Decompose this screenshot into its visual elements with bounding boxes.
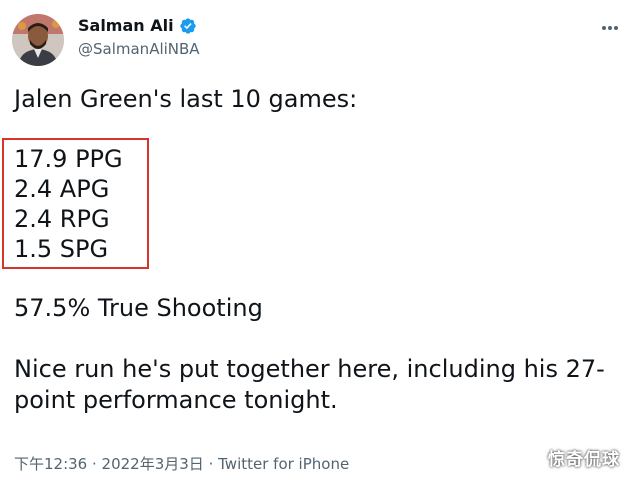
stat-apg: 2.4 APG: [14, 175, 110, 203]
stat-rpg: 2.4 RPG: [14, 205, 110, 233]
author-name-text: Salman Ali: [78, 16, 174, 35]
author-name[interactable]: Salman Ali: [78, 16, 197, 35]
tweet-source[interactable]: Twitter for iPhone: [218, 455, 349, 473]
stat-spg: 1.5 SPG: [14, 235, 109, 263]
avatar[interactable]: [12, 14, 64, 66]
watermark: 惊奇侃球: [548, 450, 620, 470]
stat-ppg: 17.9 PPG: [14, 145, 123, 173]
more-dots-icon: [602, 26, 618, 30]
meta-separator: ·: [87, 455, 102, 473]
tweet-date[interactable]: 2022年3月3日: [102, 455, 204, 473]
verified-badge-icon: [179, 17, 197, 35]
tweet-card: Salman Ali @SalmanAliNBA Jalen Green's l…: [0, 0, 640, 478]
meta-separator: ·: [203, 455, 219, 473]
more-options-button[interactable]: [598, 18, 622, 38]
tweet-meta: 下午12:36 · 2022年3月3日 · Twitter for iPhone: [14, 453, 349, 474]
avatar-image: [12, 14, 64, 66]
tweet-comment-text: Nice run he's put together here, includi…: [14, 355, 605, 414]
tweet-intro-text: Jalen Green's last 10 games:: [14, 85, 358, 113]
author-handle[interactable]: @SalmanAliNBA: [78, 40, 200, 58]
true-shooting-text: 57.5% True Shooting: [14, 294, 263, 322]
tweet-time[interactable]: 下午12:36: [14, 455, 87, 473]
